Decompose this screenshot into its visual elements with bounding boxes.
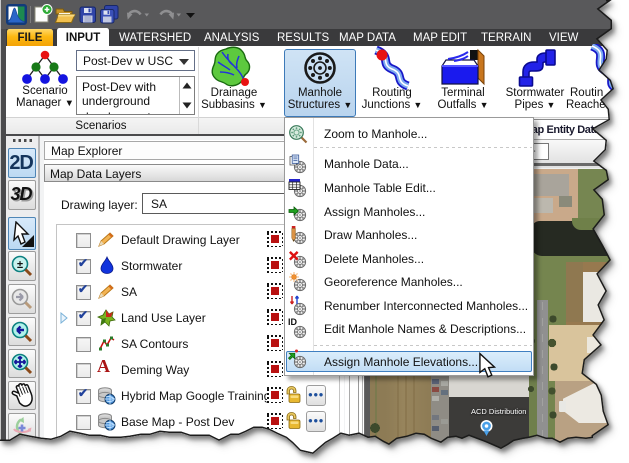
svg-text:±: ± — [17, 259, 23, 271]
svg-text:ID: ID — [288, 317, 298, 327]
